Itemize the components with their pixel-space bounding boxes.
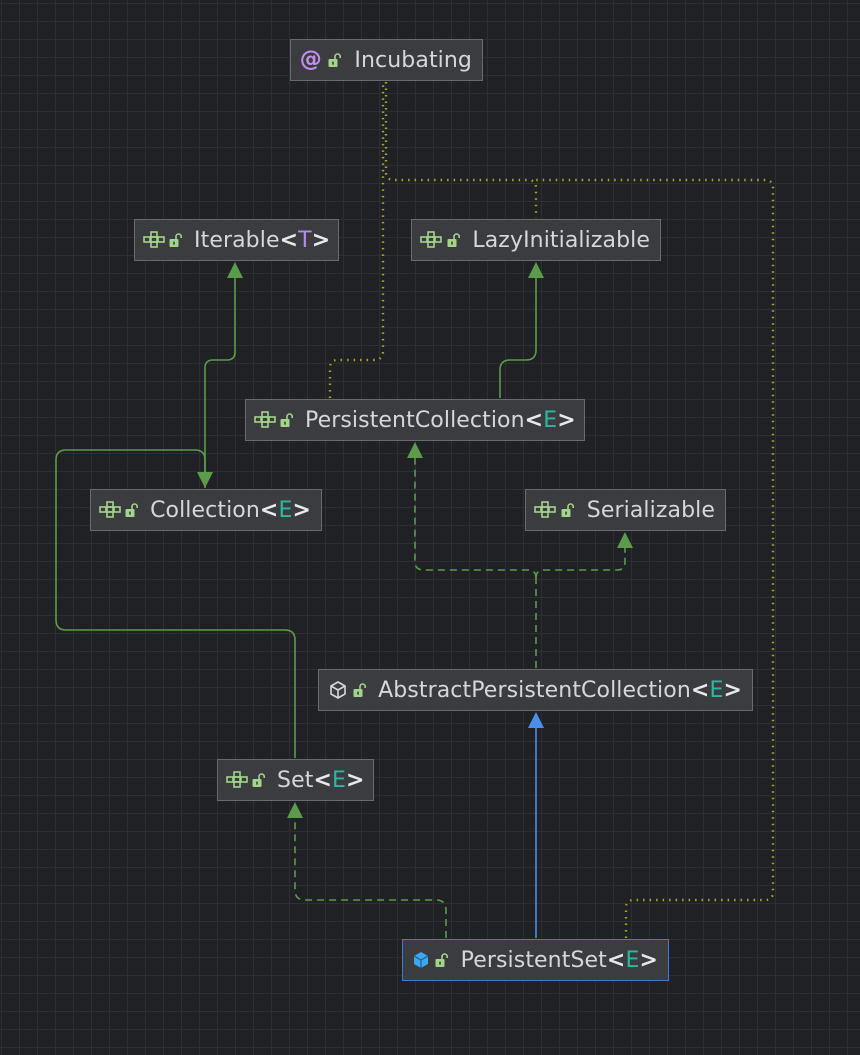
type-parameter: E <box>709 677 724 703</box>
interface-icon <box>226 768 248 792</box>
annotation-icon: @ <box>299 47 322 72</box>
arrowhead-iterable <box>227 262 243 278</box>
node-lazyinitializable[interactable]: LazyInitializable <box>411 219 661 261</box>
edge-abstractpc-serializable <box>535 548 626 579</box>
edge-persistentset-set <box>294 818 447 938</box>
node-label: LazyInitializable <box>472 227 650 253</box>
unlocked-padlock-icon <box>280 411 293 429</box>
node-label: PersistentSet<E> <box>460 947 658 973</box>
node-collection[interactable]: Collection<E> <box>90 489 322 531</box>
unlocked-padlock-icon <box>352 681 366 699</box>
arrowhead-serializable <box>617 532 633 548</box>
node-serializable[interactable]: Serializable <box>525 489 726 531</box>
uml-diagram-canvas[interactable]: @ Incubating Iterable<T> LazyInitializab… <box>0 0 860 1055</box>
edge-collection-iterable <box>204 278 236 488</box>
unlocked-padlock-icon <box>252 771 265 789</box>
node-iterable[interactable]: Iterable<T> <box>134 219 339 261</box>
unlocked-padlock-icon <box>169 231 182 249</box>
interface-icon <box>99 498 121 522</box>
node-set[interactable]: Set<E> <box>217 759 374 801</box>
type-parameter: E <box>625 947 640 973</box>
type-parameter: E <box>543 407 558 433</box>
unlocked-padlock-icon <box>446 231 460 249</box>
node-label: Incubating <box>354 47 472 73</box>
unlocked-padlock-icon <box>435 951 449 969</box>
arrowhead-collection <box>197 472 213 488</box>
arrowhead-set <box>287 802 303 818</box>
node-persistentset[interactable]: PersistentSet<E> <box>402 939 669 981</box>
interface-icon <box>254 408 276 432</box>
node-incubating[interactable]: @ Incubating <box>290 39 483 81</box>
node-label: AbstractPersistentCollection<E> <box>378 677 742 703</box>
node-label: Collection<E> <box>150 497 311 523</box>
unlocked-padlock-icon <box>125 501 139 519</box>
abstract-class-icon <box>327 678 348 702</box>
arrowhead-abstractpc <box>528 712 544 728</box>
node-abstractpersistentcollection[interactable]: AbstractPersistentCollection<E> <box>318 669 753 711</box>
type-parameter: E <box>331 767 346 793</box>
node-label: Iterable<T> <box>194 227 331 253</box>
edge-persistentset-incubating <box>536 178 775 938</box>
unlocked-padlock-icon <box>560 501 575 519</box>
node-label: Serializable <box>586 497 715 523</box>
edge-incubating-lazy-trunk <box>384 82 538 218</box>
unlocked-padlock-icon <box>327 51 343 69</box>
node-label: PersistentCollection<E> <box>305 407 576 433</box>
arrowhead-persistentcollection <box>407 442 423 458</box>
interface-icon <box>143 228 165 252</box>
node-persistentcollection[interactable]: PersistentCollection<E> <box>245 399 585 441</box>
interface-icon <box>420 228 442 252</box>
edge-abstractpc-persistentcollection <box>414 458 537 579</box>
node-label: Set<E> <box>277 767 365 793</box>
arrowhead-lazy <box>528 262 544 278</box>
type-parameter: T <box>298 227 312 253</box>
interface-icon <box>534 498 556 522</box>
class-icon <box>411 948 431 972</box>
type-parameter: E <box>278 497 293 523</box>
edge-persistentcollection-lazy <box>499 278 537 398</box>
